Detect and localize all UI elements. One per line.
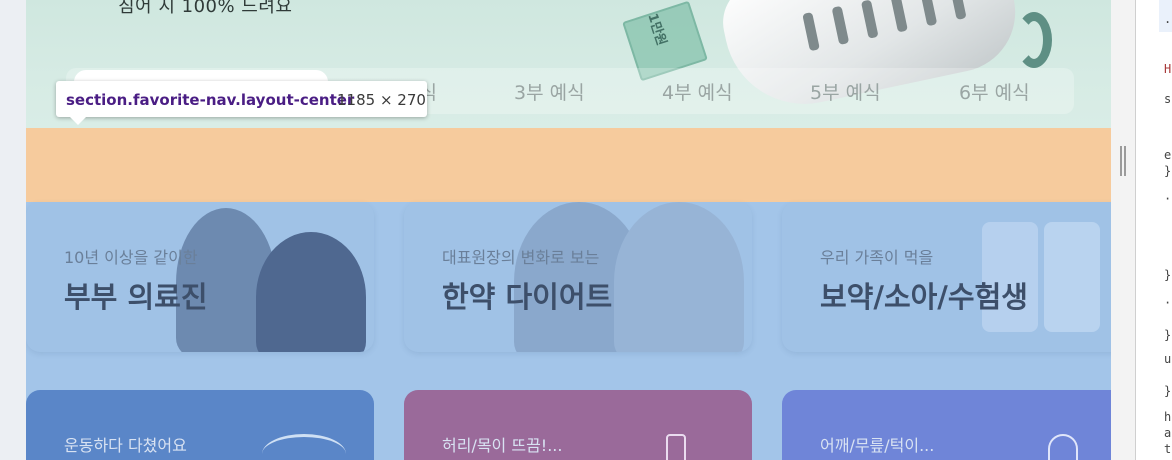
web-page: 침어 지 100% 드려요 1만원 예식 3부 예식 4부 예식 5부 예식 6… [26, 0, 1111, 460]
hero-headline: 침어 지 100% 드려요 [118, 0, 293, 17]
browser-left-gutter [0, 0, 26, 460]
devtools-line: ... [1164, 12, 1172, 26]
device-slot [802, 11, 820, 52]
inspector-margin-highlight [26, 128, 1111, 202]
device-slot [860, 0, 879, 39]
devtools-line: h [1164, 410, 1172, 424]
splitter-grip-icon[interactable] [1120, 146, 1126, 176]
card-subtitle: 운동하다 다쳤어요 [64, 436, 187, 455]
tab-3[interactable]: 3부 예식 [514, 78, 585, 105]
card-subtitle: 대표원장의 변화로 보는 [442, 248, 600, 267]
devtools-splitter[interactable] [1111, 0, 1135, 460]
pouch-image [1044, 222, 1100, 332]
devtools-line[interactable]: s [1164, 92, 1171, 106]
devtools-line: H [1164, 62, 1172, 76]
card-subtitle: 허리/목이 뜨끔!... [442, 436, 563, 455]
spine-icon [666, 434, 686, 460]
inspector-size: 1185 × 270 [337, 91, 426, 109]
card-subtitle: 우리 가족이 먹을 [820, 248, 934, 267]
tab-4[interactable]: 4부 예식 [662, 78, 733, 105]
devtools-line: u [1164, 352, 1172, 366]
inspector-tooltip: section.favorite-nav.layout-center 1185 … [56, 81, 427, 125]
card-subtitle: 어깨/무릎/턱이... [820, 436, 935, 455]
after-photo [614, 202, 744, 352]
card-subtitle: 10년 이상을 같이한 [64, 248, 198, 267]
card-couple-doctors[interactable]: 10년 이상을 같이한 부부 의료진 [26, 202, 374, 352]
shoe-icon [262, 434, 346, 460]
devtools-line: } [1164, 328, 1172, 342]
card-title: 보약/소아/수험생 [820, 280, 1028, 314]
voucher-label: 1만원 [644, 11, 669, 48]
devtools-line: } [1164, 384, 1172, 398]
devtools-line: a [1164, 426, 1172, 440]
devtools-line: t [1164, 442, 1172, 456]
card-back-pain[interactable]: 허리/목이 뜨끔!... [404, 390, 752, 460]
device-slot [919, 0, 938, 27]
devtools-line: } [1164, 164, 1172, 178]
card-herbal-diet[interactable]: 대표원장의 변화로 보는 한약 다이어트 [404, 202, 752, 352]
devtools-line: · [1164, 192, 1172, 206]
card-tonic[interactable]: 우리 가족이 먹을 보약/소아/수험생 [782, 202, 1111, 352]
inspector-selector: section.favorite-nav.layout-center [66, 91, 355, 109]
card-title: 한약 다이어트 [442, 280, 613, 314]
card-joint-pain[interactable]: 어깨/무릎/턱이... [782, 390, 1111, 460]
devtools-line: } [1164, 268, 1172, 282]
device-slot [948, 0, 967, 21]
device-slot [831, 5, 850, 45]
joint-icon [1048, 434, 1078, 460]
hook-illustration [1016, 12, 1052, 68]
card-title: 부부 의료진 [64, 280, 208, 314]
tab-5[interactable]: 5부 예식 [810, 78, 881, 105]
devtools-line: e [1164, 148, 1172, 162]
device-slot [890, 0, 908, 33]
tab-6[interactable]: 6부 예식 [959, 78, 1030, 105]
devtools-panel: ... H s e } · } · } u } h a t [1135, 0, 1172, 460]
devtools-line: · [1164, 296, 1172, 310]
card-sports-injury[interactable]: 운동하다 다쳤어요 [26, 390, 374, 460]
couple-photo-second [256, 232, 366, 352]
